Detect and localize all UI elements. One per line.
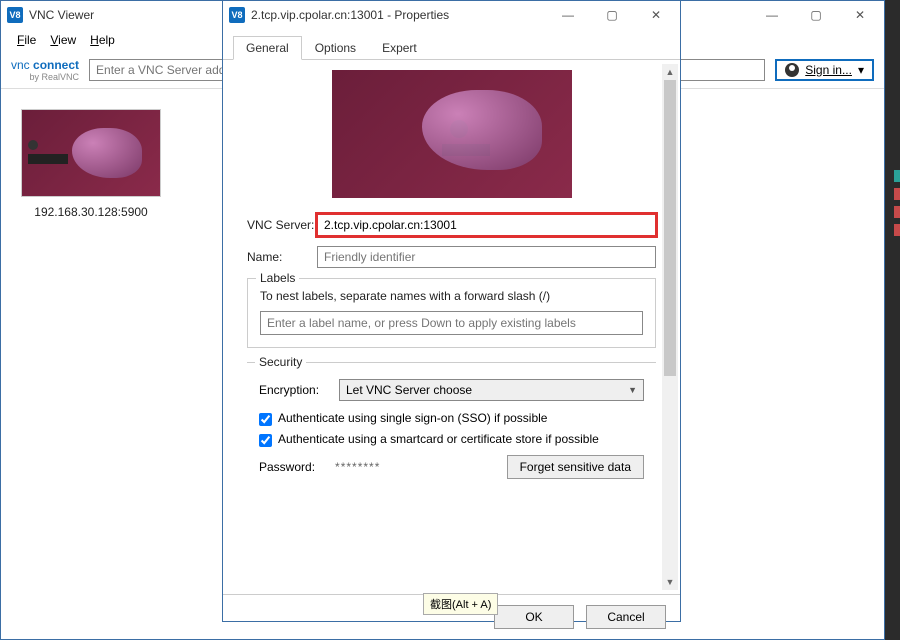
- connection-thumbnail: [21, 109, 161, 197]
- connection-address-label: 192.168.30.128:5900: [21, 205, 161, 219]
- close-button[interactable]: ✕: [838, 1, 882, 29]
- vnc-server-input[interactable]: [317, 214, 656, 236]
- dialog-scrollbar[interactable]: ▲ ▼: [662, 64, 678, 590]
- tab-bar: General Options Expert: [223, 29, 680, 60]
- scrollbar-thumb[interactable]: [664, 80, 676, 376]
- connection-card[interactable]: 192.168.30.128:5900: [21, 109, 161, 219]
- labels-hint: To nest labels, separate names with a fo…: [260, 289, 643, 303]
- dialog-close-button[interactable]: ✕: [634, 1, 678, 29]
- smartcard-label: Authenticate using a smartcard or certif…: [278, 432, 599, 446]
- smartcard-checkbox[interactable]: [259, 434, 272, 447]
- background-editor-stripes: [894, 170, 900, 570]
- minimize-button[interactable]: ―: [750, 1, 794, 29]
- user-icon: [785, 63, 799, 77]
- password-label: Password:: [259, 460, 315, 474]
- cancel-button[interactable]: Cancel: [586, 605, 666, 629]
- sign-in-label: Sign in...: [805, 63, 852, 77]
- dialog-minimize-button[interactable]: ―: [546, 1, 590, 29]
- encryption-label: Encryption:: [259, 383, 339, 397]
- sso-label: Authenticate using single sign-on (SSO) …: [278, 411, 547, 425]
- encryption-value: Let VNC Server choose: [346, 383, 472, 397]
- security-legend: Security: [255, 355, 306, 369]
- scroll-down-icon[interactable]: ▼: [662, 574, 678, 590]
- menu-help[interactable]: Help: [84, 31, 121, 49]
- maximize-button[interactable]: ▢: [794, 1, 838, 29]
- tab-expert[interactable]: Expert: [369, 36, 430, 60]
- dialog-title: 2.tcp.vip.cpolar.cn:13001 - Properties: [251, 8, 546, 22]
- vnc-connect-logo: vnc connect by RealVNC: [11, 57, 79, 82]
- sso-checkbox[interactable]: [259, 413, 272, 426]
- labels-legend: Labels: [256, 271, 299, 285]
- app-icon: V8: [229, 7, 245, 23]
- labels-input[interactable]: [260, 311, 643, 335]
- menu-view[interactable]: View: [44, 31, 82, 49]
- chevron-down-icon: ▼: [628, 385, 637, 395]
- dialog-maximize-button[interactable]: ▢: [590, 1, 634, 29]
- dialog-body: VNC Server: Name: Labels To nest labels,…: [223, 60, 680, 594]
- security-fieldset: Security Encryption: Let VNC Server choo…: [247, 362, 656, 491]
- dialog-titlebar: V8 2.tcp.vip.cpolar.cn:13001 - Propertie…: [223, 1, 680, 29]
- vnc-server-label: VNC Server:: [247, 218, 317, 232]
- screenshot-tooltip: 截图(Alt + A): [423, 593, 498, 615]
- encryption-select[interactable]: Let VNC Server choose ▼: [339, 379, 644, 401]
- name-input[interactable]: [317, 246, 656, 268]
- sign-in-button[interactable]: Sign in... ▾: [775, 59, 874, 81]
- forget-sensitive-data-button[interactable]: Forget sensitive data: [507, 455, 644, 479]
- menu-file[interactable]: File: [11, 31, 42, 49]
- connection-preview: [332, 70, 572, 198]
- scroll-up-icon[interactable]: ▲: [662, 64, 678, 80]
- password-mask: ********: [335, 460, 487, 474]
- properties-dialog: V8 2.tcp.vip.cpolar.cn:13001 - Propertie…: [222, 0, 681, 622]
- labels-fieldset: Labels To nest labels, separate names wi…: [247, 278, 656, 348]
- dialog-footer: 截图(Alt + A) OK Cancel: [223, 594, 680, 638]
- name-label: Name:: [247, 250, 317, 264]
- chevron-down-icon: ▾: [858, 63, 864, 77]
- app-icon: V8: [7, 7, 23, 23]
- tab-general[interactable]: General: [233, 36, 302, 60]
- ok-button[interactable]: OK: [494, 605, 574, 629]
- tab-options[interactable]: Options: [302, 36, 369, 60]
